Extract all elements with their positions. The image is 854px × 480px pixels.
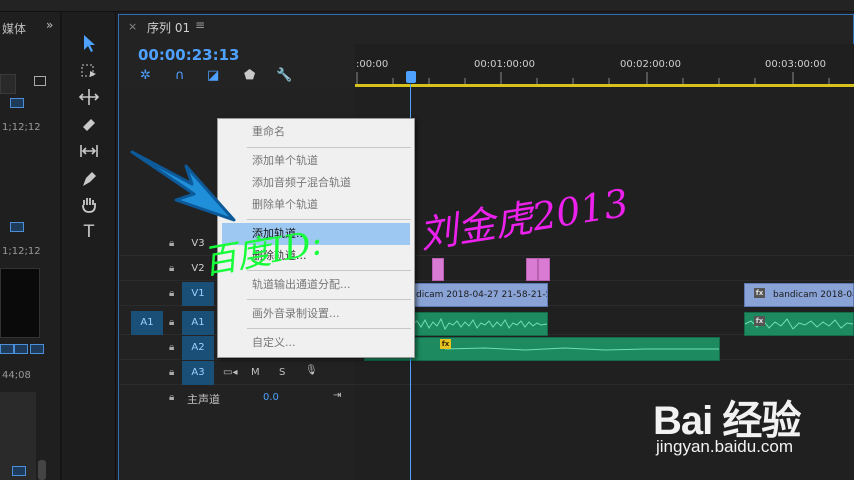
type-icon[interactable]: T [78,221,100,243]
panel-menu-icon[interactable]: ≡ [195,18,205,32]
media-badge-icon [10,98,24,108]
menu-separator [247,299,411,300]
a2-clip[interactable] [364,337,720,361]
menu-item-add-single-track[interactable]: 添加单个轨道 [222,150,410,172]
razor-icon[interactable] [78,113,100,135]
menu-item-add-submix-track[interactable]: 添加音频子混合轨道 [222,172,410,194]
annotation-arrow-icon [130,150,236,222]
media-badge-icon [0,344,14,354]
add-marker-icon[interactable]: ⬟ [244,68,255,83]
menu-item-rename[interactable]: 重命名 [222,121,410,143]
source-patch-a1[interactable]: A1 [131,311,163,335]
close-icon[interactable]: × [128,20,137,33]
menu-item-voiceover-settings[interactable]: 画外音录制设置... [222,303,410,325]
media-timestamp: 44;08 [2,370,31,381]
ruler-label: 00:02:00:00 [620,59,682,70]
fx-badge-icon: fx [754,288,765,298]
menu-separator [247,147,411,148]
menu-separator [247,219,411,220]
v2-clip[interactable] [538,258,550,281]
media-panel-tab[interactable]: 媒体 [2,20,26,37]
lock-icon[interactable]: 🔒︎ [169,342,174,353]
hand-icon[interactable] [78,194,100,216]
selection-tool-icon[interactable] [78,32,100,54]
track-label-a3[interactable]: A3 [182,361,214,385]
mute-button[interactable]: M [251,367,260,378]
panel-overflow-icon[interactable]: » [46,18,53,32]
tools-panel [64,12,116,480]
track-select-icon[interactable] [78,60,100,82]
slip-icon[interactable] [78,140,100,162]
pen-icon[interactable] [78,168,100,190]
microphone-icon[interactable]: 🎙︎ [305,365,318,376]
media-search-field[interactable] [0,74,16,94]
ruler-label: 00:01:00:00 [474,59,536,70]
track-row-a3: 🔒︎ A3 ▭◂ M S 🎙︎ [119,361,854,385]
lock-icon[interactable]: 🔒︎ [169,238,174,249]
master-track-label: 主声道 [187,393,220,406]
fx-badge-icon: fx [440,339,451,349]
v1-clip[interactable]: dicam 2018-04-27 21-58-21-532.m [412,283,548,307]
lock-icon[interactable]: 🔒︎ [169,367,174,378]
media-timestamp: 1;12;12 [2,246,41,257]
playhead-timecode[interactable]: 00:00:23:13 [138,46,240,64]
track-label-v1[interactable]: V1 [182,282,214,306]
master-volume-value[interactable]: 0.0 [263,392,279,403]
baidu-url: jingyan.baidu.com [656,437,794,456]
linked-selection-icon[interactable]: ◪ [207,68,219,83]
window-top-strip [0,0,854,12]
wrench-icon[interactable]: 🔧 [276,68,292,83]
media-timestamp: 1;12;12 [2,122,41,133]
v2-clip[interactable] [432,258,444,281]
media-scrollbar[interactable] [38,460,46,480]
media-badge-icon [30,344,44,354]
lock-icon[interactable]: 🔒︎ [169,317,174,328]
snap-icon[interactable]: ∩ [175,68,185,83]
nest-sequence-icon[interactable]: ✲ [140,68,151,83]
lock-icon[interactable]: 🔒︎ [169,288,174,299]
work-area-bar[interactable] [355,84,854,87]
ruler-label: 00:03:00:00 [765,59,827,70]
ripple-edit-icon[interactable] [78,86,100,108]
ruler-label: :00:00 [356,59,389,70]
media-badge-icon [10,222,24,232]
media-badge-icon [14,344,28,354]
lock-icon[interactable]: 🔒︎ [169,392,174,403]
solo-button[interactable]: S [279,367,285,378]
bin-icon[interactable] [34,76,46,86]
menu-item-output-channel[interactable]: 轨道输出通道分配... [222,274,410,296]
media-thumbnail[interactable] [0,268,40,338]
v2-clip[interactable] [526,258,538,281]
menu-item-delete-single-track[interactable]: 删除单个轨道 [222,194,410,216]
menu-item-customize[interactable]: 自定义... [222,332,410,354]
track-label-a1[interactable]: A1 [182,311,214,335]
playhead-handle[interactable] [406,71,416,83]
fx-badge-icon: fx [754,316,765,326]
go-to-end-icon[interactable]: ⇥ [333,390,341,401]
sequence-tab[interactable]: 序列 01 [147,19,190,36]
voiceover-icon[interactable]: ▭◂ [223,367,237,378]
track-label-a2[interactable]: A2 [182,336,214,360]
media-badge-icon [12,466,26,476]
a1-clip[interactable] [412,312,548,336]
menu-separator [247,328,411,329]
lock-icon[interactable]: 🔒︎ [169,263,174,274]
